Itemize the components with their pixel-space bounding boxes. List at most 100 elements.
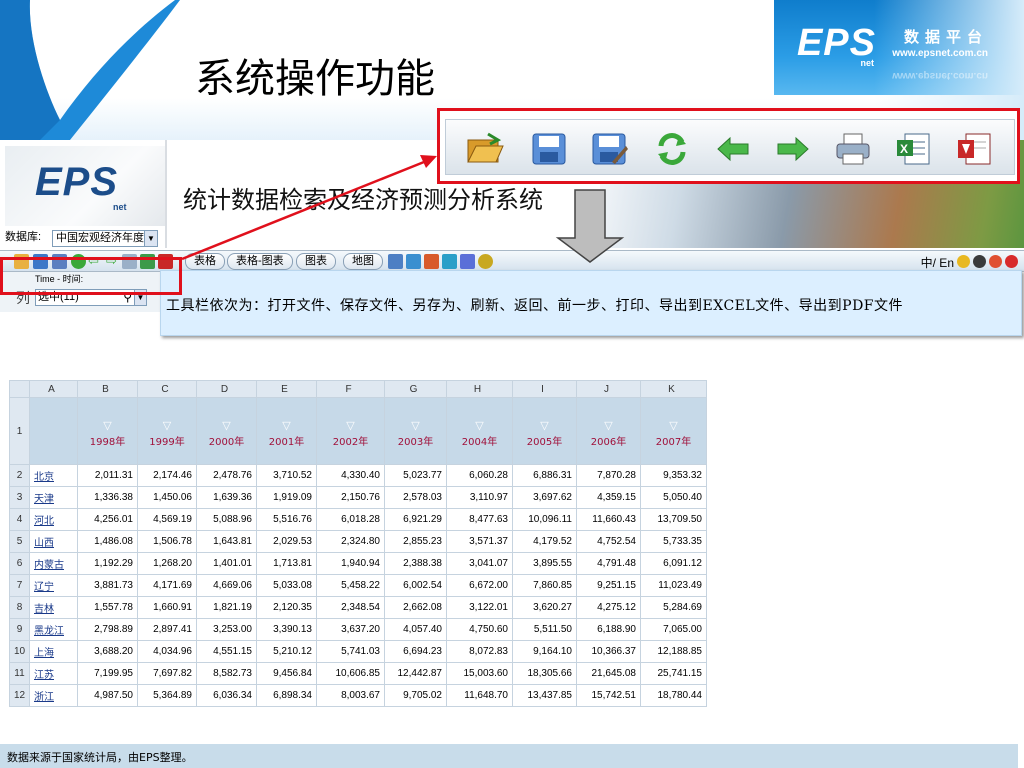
table-cell[interactable]: 2,348.54 — [316, 596, 385, 619]
forward-icon[interactable] — [774, 132, 812, 166]
table-cell[interactable]: 15,003.60 — [446, 662, 513, 685]
table-cell[interactable]: 3,710.52 — [256, 464, 317, 487]
table-cell[interactable]: 4,569.19 — [137, 508, 197, 531]
table-cell[interactable]: 8,003.67 — [316, 684, 385, 707]
table-cell[interactable]: 6,091.12 — [640, 552, 707, 575]
table-cell[interactable]: 9,353.32 — [640, 464, 707, 487]
table-cell[interactable]: 1,268.20 — [137, 552, 197, 575]
year-header[interactable]: ▽ 2002年 — [316, 397, 385, 465]
table-cell[interactable]: 1,821.19 — [196, 596, 257, 619]
table-cell[interactable]: 1,557.78 — [77, 596, 138, 619]
filter-arrow-icon[interactable]: ▽ — [385, 420, 446, 431]
table-cell[interactable]: 2,388.38 — [384, 552, 447, 575]
province-link[interactable]: 内蒙古 — [29, 552, 78, 575]
filter-arrow-icon[interactable]: ▽ — [447, 420, 512, 431]
table-tool-icon[interactable] — [388, 254, 403, 269]
table-cell[interactable]: 5,284.69 — [640, 596, 707, 619]
table-cell[interactable]: 8,072.83 — [446, 640, 513, 663]
province-link[interactable]: 吉林 — [29, 596, 78, 619]
tab-map[interactable]: 地图 — [343, 253, 383, 270]
year-header[interactable]: ▽ 2003年 — [384, 397, 447, 465]
save-icon[interactable] — [530, 132, 568, 166]
table-cell[interactable]: 3,637.20 — [316, 618, 385, 641]
year-header[interactable]: ▽ 1998年 — [77, 397, 138, 465]
table-cell[interactable]: 5,733.35 — [640, 530, 707, 553]
province-link[interactable]: 辽宁 — [29, 574, 78, 597]
table-cell[interactable]: 2,662.08 — [384, 596, 447, 619]
calc-tool-icon[interactable] — [424, 254, 439, 269]
table-cell[interactable]: 5,511.50 — [512, 618, 577, 641]
table-cell[interactable]: 8,477.63 — [446, 508, 513, 531]
back-icon[interactable] — [714, 132, 752, 166]
table-cell[interactable]: 2,855.23 — [384, 530, 447, 553]
table-cell[interactable]: 1,506.78 — [137, 530, 197, 553]
table-cell[interactable]: 3,122.01 — [446, 596, 513, 619]
filter-tool-icon[interactable] — [442, 254, 457, 269]
table-cell[interactable]: 5,088.96 — [196, 508, 257, 531]
export-excel-icon[interactable]: X — [895, 132, 933, 166]
table-cell[interactable]: 2,150.76 — [316, 486, 385, 509]
table-cell[interactable]: 4,275.12 — [576, 596, 641, 619]
province-link[interactable]: 浙江 — [29, 684, 78, 707]
filter-arrow-icon[interactable]: ▽ — [257, 420, 316, 431]
table-cell[interactable]: 6,018.28 — [316, 508, 385, 531]
table-cell[interactable]: 2,174.46 — [137, 464, 197, 487]
table-cell[interactable]: 3,697.62 — [512, 486, 577, 509]
tab-chart[interactable]: 图表 — [296, 253, 336, 270]
table-cell[interactable]: 7,199.95 — [77, 662, 138, 685]
table-cell[interactable]: 4,179.52 — [512, 530, 577, 553]
table-cell[interactable]: 7,860.85 — [512, 574, 577, 597]
column-letter[interactable]: I — [512, 380, 577, 398]
filter-arrow-icon[interactable]: ▽ — [197, 420, 256, 431]
column-letter[interactable]: H — [446, 380, 513, 398]
home-icon[interactable] — [989, 255, 1002, 268]
table-cell[interactable]: 8,582.73 — [196, 662, 257, 685]
column-letter[interactable]: A — [29, 380, 78, 398]
table-cell[interactable]: 1,643.81 — [196, 530, 257, 553]
chart-tool-icon[interactable] — [406, 254, 421, 269]
table-cell[interactable] — [29, 397, 78, 465]
province-link[interactable]: 上海 — [29, 640, 78, 663]
year-header[interactable]: ▽ 2007年 — [640, 397, 707, 465]
print-icon[interactable] — [834, 132, 872, 166]
table-cell[interactable]: 4,330.40 — [316, 464, 385, 487]
table-cell[interactable]: 25,741.15 — [640, 662, 707, 685]
table-cell[interactable]: 10,366.37 — [576, 640, 641, 663]
table-cell[interactable]: 6,002.54 — [384, 574, 447, 597]
table-cell[interactable]: 5,458.22 — [316, 574, 385, 597]
table-cell[interactable]: 4,987.50 — [77, 684, 138, 707]
table-cell[interactable]: 6,898.34 — [256, 684, 317, 707]
table-cell[interactable]: 15,742.51 — [576, 684, 641, 707]
table-cell[interactable]: 6,672.00 — [446, 574, 513, 597]
table-cell[interactable]: 4,791.48 — [576, 552, 641, 575]
settings-tool-icon[interactable] — [478, 254, 493, 269]
filter-arrow-icon[interactable]: ▽ — [317, 420, 384, 431]
table-cell[interactable]: 18,305.66 — [512, 662, 577, 685]
table-cell[interactable]: 3,390.13 — [256, 618, 317, 641]
filter-arrow-icon[interactable]: ▽ — [577, 420, 640, 431]
column-letter[interactable]: K — [640, 380, 707, 398]
table-cell[interactable]: 5,210.12 — [256, 640, 317, 663]
table-cell[interactable]: 1,660.91 — [137, 596, 197, 619]
save-as-icon[interactable] — [590, 132, 628, 166]
language-toggle[interactable]: 中/ En — [921, 254, 954, 271]
help-icon[interactable] — [973, 255, 986, 268]
table-cell[interactable]: 3,571.37 — [446, 530, 513, 553]
column-letter[interactable]: E — [256, 380, 317, 398]
table-cell[interactable]: 7,065.00 — [640, 618, 707, 641]
province-link[interactable]: 黑龙江 — [29, 618, 78, 641]
table-cell[interactable]: 4,669.06 — [196, 574, 257, 597]
table-cell[interactable]: 9,164.10 — [512, 640, 577, 663]
table-cell[interactable]: 9,251.15 — [576, 574, 641, 597]
table-cell[interactable]: 18,780.44 — [640, 684, 707, 707]
database-select[interactable]: 中国宏观经济年度... ▼ — [52, 230, 158, 247]
table-cell[interactable]: 5,364.89 — [137, 684, 197, 707]
table-cell[interactable]: 21,645.08 — [576, 662, 641, 685]
table-cell[interactable]: 1,192.29 — [77, 552, 138, 575]
table-cell[interactable]: 3,041.07 — [446, 552, 513, 575]
table-cell[interactable]: 13,437.85 — [512, 684, 577, 707]
tab-table-chart[interactable]: 表格-图表 — [227, 253, 293, 270]
table-cell[interactable]: 2,798.89 — [77, 618, 138, 641]
table-cell[interactable]: 2,120.35 — [256, 596, 317, 619]
year-header[interactable]: ▽ 2006年 — [576, 397, 641, 465]
